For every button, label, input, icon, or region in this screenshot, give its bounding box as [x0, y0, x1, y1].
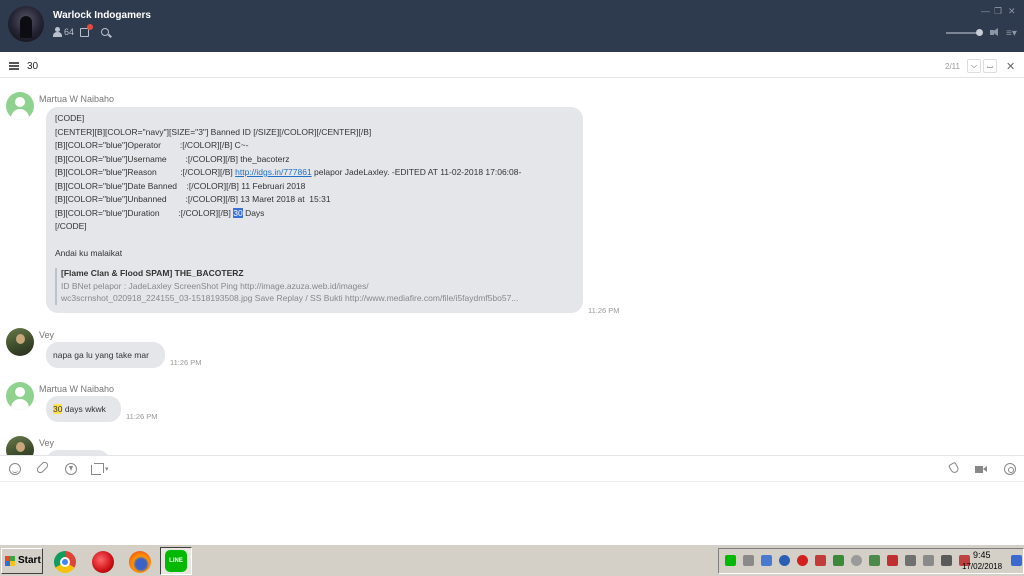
list-icon[interactable]	[9, 62, 19, 70]
message-line: Andai ku malaikat	[55, 248, 123, 258]
clock-date[interactable]: 17/02/2018	[962, 562, 1002, 571]
notes-icon[interactable]	[80, 23, 94, 37]
video-call-icon[interactable]	[975, 463, 987, 475]
message-text: [B][COLOR="blue"]Reason :[/COLOR][/B]	[55, 167, 236, 177]
message-bubble[interactable]: napa ga lu yang take mar	[46, 342, 165, 368]
message-line: [B][COLOR="blue"]Unbanned :[/COLOR][/B] …	[55, 194, 331, 204]
taskbar-app-chrome[interactable]	[48, 548, 80, 576]
message-line: [B][COLOR="blue"]Operator :[/COLOR][/B] …	[55, 140, 249, 150]
menu-icon[interactable]: ≡▾	[1006, 28, 1017, 39]
message-line: [/CODE]	[55, 221, 87, 231]
opera-icon	[92, 551, 114, 573]
signal-icon[interactable]	[941, 555, 952, 566]
search-next-button[interactable]: ⌵	[967, 59, 981, 73]
message-line: [CODE]	[55, 113, 85, 123]
notification-dot	[87, 23, 94, 30]
link-preview[interactable]: [Flame Clan & Flood SPAM] THE_BACOTERZ I…	[55, 267, 574, 305]
taskbar-app-opera[interactable]	[86, 548, 118, 576]
tray-app-icon[interactable]	[833, 555, 844, 566]
clock-time[interactable]: 9:45	[973, 550, 991, 560]
sender-name: Martua W Naibaho	[39, 384, 115, 394]
search-prev-button[interactable]: ⌴	[983, 59, 997, 73]
firefox-icon	[129, 551, 151, 573]
search-highlight-current: 30	[233, 207, 243, 218]
sender-name: Vey	[39, 438, 55, 448]
tray-app-icon[interactable]	[905, 555, 916, 566]
link-preview-text: wc3scrnshot_020918_224155_03-1518193508.…	[61, 292, 519, 303]
message-text: napa ga lu yang take mar	[53, 350, 149, 360]
screenshot-icon[interactable]	[91, 463, 104, 475]
members-button[interactable]: 64	[53, 27, 74, 37]
tray-app-icon[interactable]	[779, 555, 790, 566]
voice-call-icon[interactable]	[948, 461, 960, 475]
chat-search-bar: 30 2/11 ⌵ ⌴ ✕	[0, 56, 1024, 78]
tray-app-icon[interactable]	[761, 555, 772, 566]
line-icon: LINE	[165, 550, 187, 572]
message-text: days wkwk	[62, 404, 106, 414]
link-preview-text: ID BNet pelapor : JadeLaxley ScreenShot …	[61, 280, 369, 291]
member-count: 64	[64, 27, 75, 37]
avatar[interactable]	[6, 382, 34, 410]
group-avatar[interactable]	[8, 6, 44, 42]
close-search-icon[interactable]: ✕	[1006, 60, 1015, 73]
volume-knob[interactable]	[976, 29, 983, 36]
message-time: 11:26 PM	[126, 412, 158, 421]
message-bubble[interactable]: [CODE] [CENTER][B][COLOR="navy"][SIZE="3…	[46, 107, 583, 313]
voice-message-icon[interactable]	[1004, 463, 1016, 475]
chevron-down-icon[interactable]: ▾	[105, 465, 109, 473]
members-icon	[53, 27, 62, 37]
tray-app-icon[interactable]	[887, 555, 898, 566]
message-line	[55, 235, 574, 249]
taskbar-app-line[interactable]: LINE	[160, 547, 192, 575]
attach-file-icon[interactable]	[35, 460, 50, 475]
speaker-icon[interactable]	[990, 28, 1000, 37]
avatar[interactable]	[6, 92, 34, 120]
header-meta: 64	[53, 23, 110, 37]
link-preview-title: [Flame Clan & Flood SPAM] THE_BACOTERZ	[61, 267, 244, 278]
message-time: 11:26 PM	[170, 358, 202, 367]
tray-app-icon[interactable]	[851, 555, 862, 566]
tray-app-icon[interactable]	[869, 555, 880, 566]
message-time: 11:26 PM	[588, 306, 620, 315]
tray-app-icon[interactable]	[815, 555, 826, 566]
message-line: [B][COLOR="blue"]Username :[/COLOR][/B] …	[55, 153, 290, 164]
antivirus-icon[interactable]	[797, 555, 808, 566]
search-input[interactable]: 30	[27, 61, 38, 72]
message-line: [B][COLOR="blue"]Date Banned :[/COLOR][/…	[55, 180, 306, 191]
show-desktop-icon[interactable]	[1011, 555, 1022, 566]
compose-toolbar: ▾	[0, 455, 1024, 482]
network-icon[interactable]	[923, 555, 934, 566]
avatar[interactable]	[6, 328, 34, 356]
avatar[interactable]	[6, 436, 34, 455]
restore-icon[interactable]: ❐	[994, 6, 1002, 17]
close-icon[interactable]: ✕	[1008, 6, 1016, 17]
minimize-icon[interactable]: —	[981, 6, 990, 16]
start-button[interactable]: Start	[1, 548, 43, 574]
chat-header: Warlock Indogamers 64 — ❐ ✕ ≡▾	[0, 0, 1024, 52]
windows-taskbar: Start LINE 9:45 17/02/2018	[0, 544, 1024, 576]
chrome-icon	[54, 551, 76, 573]
message-text: pelapor JadeLaxley. -EDITED AT 11-02-201…	[311, 167, 522, 177]
message-line: [B][COLOR="blue"]Reason :[/COLOR][/B] ht…	[55, 167, 574, 181]
message-text: [B][COLOR="blue"]Duration :[/COLOR][/B]	[55, 207, 234, 218]
message-bubble[interactable]: 30 days wkwk	[46, 396, 121, 422]
sender-name: Martua W Naibaho	[39, 94, 115, 104]
message-link[interactable]: http://idgs.in/777861	[235, 167, 312, 177]
message-input[interactable]	[0, 482, 1024, 544]
search-result-count: 2/11	[945, 62, 960, 71]
message-line: [CENTER][B][COLOR="navy"][SIZE="3"] Bann…	[55, 126, 372, 137]
search-icon[interactable]	[101, 28, 110, 36]
group-name[interactable]: Warlock Indogamers	[53, 10, 151, 21]
chat-messages[interactable]: Martua W Naibaho [CODE] [CENTER][B][COLO…	[0, 78, 1024, 455]
download-icon[interactable]	[65, 463, 77, 475]
sender-name: Vey	[39, 330, 55, 340]
taskbar-app-firefox[interactable]	[123, 548, 155, 576]
flag-icon[interactable]	[743, 555, 754, 566]
message-text: Days	[242, 207, 265, 218]
emoji-icon[interactable]	[9, 463, 21, 475]
line-tray-icon[interactable]	[725, 555, 736, 566]
message-line: [B][COLOR="blue"]Duration :[/COLOR][/B] …	[55, 207, 574, 222]
